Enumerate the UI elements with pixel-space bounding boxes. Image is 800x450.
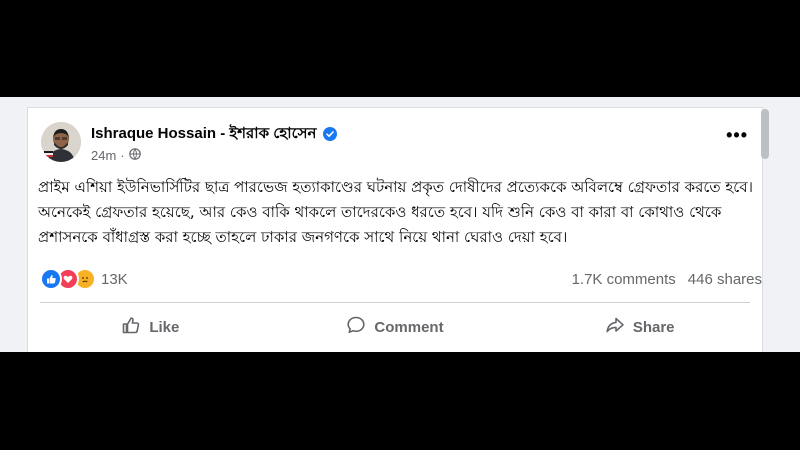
post-time[interactable]: 24m — [91, 148, 116, 163]
meta-separator: · — [120, 148, 125, 163]
like-label: Like — [149, 318, 180, 336]
scrollbar-thumb[interactable] — [761, 109, 769, 159]
post-card: Ishraque Hossain - ইশরাক হোসেন 24m · •••… — [27, 107, 763, 352]
actions-divider — [40, 302, 750, 303]
shares-count-link[interactable]: 446 shares — [688, 271, 762, 288]
comment-bubble-icon — [346, 315, 366, 339]
post-actions: Like Comment Share — [28, 311, 762, 343]
share-button[interactable]: Share — [517, 311, 762, 343]
comments-count-link[interactable]: 1.7K comments — [572, 271, 676, 288]
like-button[interactable]: Like — [28, 311, 273, 343]
verified-badge-icon — [322, 127, 337, 141]
share-label: Share — [632, 318, 675, 336]
author-row: Ishraque Hossain - ইশরাক হোসেন — [91, 124, 337, 144]
engagement-stats: 1.7K comments 446 shares — [572, 271, 762, 288]
thumbs-up-icon — [121, 315, 141, 339]
reactions-summary[interactable]: 13K — [40, 268, 128, 290]
more-options-icon[interactable]: ••• — [726, 126, 748, 144]
share-arrow-icon — [605, 315, 625, 339]
comment-label: Comment — [374, 318, 444, 336]
globe-icon — [128, 148, 141, 163]
post-frame: Ishraque Hossain - ইশরাক হোসেন 24m · •••… — [0, 97, 800, 352]
post-meta: 24m · — [91, 148, 141, 163]
comment-button[interactable]: Comment — [273, 311, 518, 343]
reaction-count: 13K — [101, 270, 128, 288]
like-reaction-icon — [40, 268, 62, 290]
avatar-image — [41, 122, 81, 162]
post-text: প্রাইম এশিয়া ইউনিভার্সিটির ছাত্র পারভেজ… — [38, 178, 753, 246]
author-name[interactable]: Ishraque Hossain - ইশরাক হোসেন — [91, 122, 317, 147]
author-avatar[interactable] — [41, 122, 81, 162]
